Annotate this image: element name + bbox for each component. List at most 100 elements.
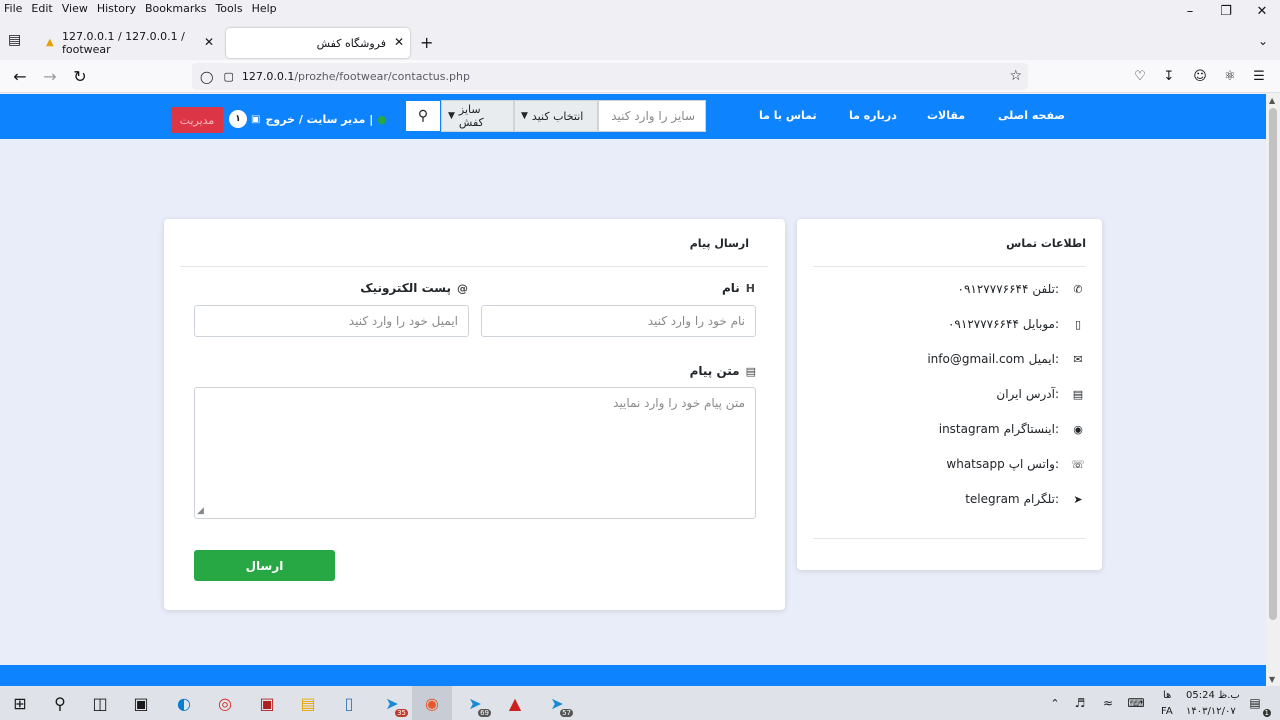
close-icon[interactable]: ✕ bbox=[394, 35, 404, 49]
name-input[interactable]: نام خود را وارد کنید bbox=[481, 305, 756, 337]
form-title: ارسال پیام bbox=[689, 237, 749, 250]
menu-file[interactable]: File bbox=[4, 2, 22, 15]
envelope-icon: ✉ bbox=[1073, 352, 1083, 366]
divider bbox=[813, 266, 1085, 267]
tab-shoe-store[interactable]: فروشگاه کفش ✕ bbox=[226, 28, 410, 58]
search-icon[interactable]: ⚲ bbox=[48, 691, 72, 715]
notifications-icon[interactable]: ▤ 1 bbox=[1243, 691, 1271, 717]
telegram-icon[interactable]: ➤ 35 bbox=[380, 691, 408, 717]
at-sign-icon: @ bbox=[457, 281, 468, 295]
chevron-up-icon[interactable]: ⌃ bbox=[1043, 691, 1067, 715]
chevron-down-icon[interactable]: ⌄ bbox=[1258, 34, 1268, 48]
store-icon[interactable]: ▣ bbox=[129, 691, 153, 715]
volume-icon[interactable]: ♬ bbox=[1068, 691, 1092, 715]
menu-view[interactable]: View bbox=[62, 2, 88, 15]
pocket-icon[interactable]: ♡ bbox=[1130, 67, 1150, 87]
restore-icon[interactable]: ❐ bbox=[1208, 0, 1244, 22]
sailboat-icon: ▲ bbox=[46, 37, 54, 48]
keyboard-icon[interactable]: ⌨ bbox=[1124, 691, 1148, 715]
site-footer bbox=[0, 665, 1266, 686]
nav-articles[interactable]: مقالات bbox=[927, 109, 965, 122]
menu-tools[interactable]: Tools bbox=[215, 2, 242, 15]
email-input[interactable]: ایمیل خود را وارد کنید bbox=[194, 305, 469, 337]
shield-icon[interactable]: ◯ bbox=[200, 70, 213, 84]
browser-navbar: ← → ↻ ◯ ▢ 127.0.0.1/prozhe/footwear/cont… bbox=[0, 60, 1280, 93]
clock-time[interactable]: 05:24 ب.ظ bbox=[1186, 690, 1240, 701]
telegram-icon: ➤ bbox=[1073, 492, 1083, 506]
admin-button[interactable]: مدیریت bbox=[171, 107, 223, 133]
user-area: ۱ ▣ مدیر سایت / خروج | ● bbox=[229, 110, 387, 128]
heading-icon: H bbox=[745, 281, 755, 295]
menu-bookmarks[interactable]: Bookmarks bbox=[145, 2, 206, 15]
scroll-up-icon[interactable]: ▲ bbox=[1269, 96, 1275, 105]
url-text[interactable]: 127.0.0.1/prozhe/footwear/contactus.php bbox=[242, 70, 470, 83]
resize-grip-icon[interactable]: ◢ bbox=[197, 506, 204, 516]
nav-about[interactable]: درباره ما bbox=[849, 109, 897, 122]
forward-icon[interactable]: → bbox=[39, 66, 61, 88]
size-search-input[interactable]: سایز را وارد کنید bbox=[598, 100, 706, 132]
close-window-icon[interactable]: ✕ bbox=[1244, 0, 1280, 22]
search-group: ⚲ ▼ سایز کفش ▼ انتخاب کنید سایز را وارد … bbox=[405, 100, 706, 132]
window-controls: – ❐ ✕ bbox=[1172, 0, 1280, 24]
search-button[interactable]: ⚲ bbox=[405, 100, 441, 132]
user-logout-link[interactable]: مدیر سایت / خروج | bbox=[265, 113, 373, 126]
category-select[interactable]: ▼ انتخاب کنید bbox=[514, 100, 598, 132]
mobile-icon: ▯ bbox=[1074, 317, 1082, 331]
user-icon: ● bbox=[377, 112, 387, 126]
contact-email-row: info@gmail.com ایمیل: ✉ bbox=[927, 352, 1085, 366]
reload-icon[interactable]: ↻ bbox=[69, 66, 91, 88]
tab-title: فروشگاه کفش bbox=[316, 36, 386, 50]
new-tab-icon[interactable]: + bbox=[420, 33, 433, 52]
account-icon[interactable]: ☺ bbox=[1190, 67, 1210, 87]
name-label: نام H bbox=[721, 281, 755, 295]
instagram-icon: ◉ bbox=[1073, 422, 1083, 436]
file-explorer-icon[interactable]: ▤ bbox=[296, 691, 320, 715]
contact-address-row: ایران آدرس: ▤ bbox=[996, 387, 1084, 401]
acrobat-icon[interactable]: ▲ bbox=[503, 691, 527, 715]
edge-icon[interactable]: ◐ bbox=[172, 691, 196, 715]
telegram-icon[interactable]: ➤ 57 bbox=[545, 691, 573, 717]
tab-phpmyadmin[interactable]: ▲ 127.0.0.1 / 127.0.0.1 / footwear ✕ bbox=[38, 28, 220, 58]
message-textarea[interactable]: متن پیام خود را وارد نمایید ◢ bbox=[194, 387, 756, 519]
lang-indicator[interactable]: FA bbox=[1161, 706, 1173, 717]
search-icon: ⚲ bbox=[417, 108, 429, 124]
close-icon[interactable]: ✕ bbox=[204, 35, 214, 49]
minimize-icon[interactable]: – bbox=[1172, 0, 1208, 22]
size-select[interactable]: ▼ سایز کفش bbox=[441, 100, 514, 132]
menu-edit[interactable]: Edit bbox=[31, 2, 52, 15]
menu-bar: File Edit View History Bookmarks Tools H… bbox=[0, 0, 1280, 16]
phone-icon: ✆ bbox=[1073, 282, 1083, 296]
url-bar[interactable]: ◯ ▢ 127.0.0.1/prozhe/footwear/contactus.… bbox=[192, 63, 1028, 90]
telegram-icon[interactable]: ➤ 69 bbox=[463, 691, 491, 717]
wifi-icon[interactable]: ≈ bbox=[1096, 691, 1120, 715]
firefox-icon[interactable]: ◉ bbox=[420, 691, 444, 715]
lang-indicator-top[interactable]: ها bbox=[1163, 690, 1171, 701]
menu-icon[interactable]: ☰ bbox=[1249, 67, 1269, 87]
whatsapp-icon: ☏ bbox=[1071, 457, 1085, 471]
bookmark-star-icon[interactable]: ☆ bbox=[1009, 68, 1022, 84]
menu-history[interactable]: History bbox=[97, 2, 136, 15]
menu-help[interactable]: Help bbox=[252, 2, 277, 15]
scrollbar-thumb[interactable] bbox=[1269, 108, 1277, 620]
shopping-bag-icon[interactable]: ▣ bbox=[251, 114, 260, 125]
download-icon[interactable]: ↧ bbox=[1159, 67, 1179, 87]
tab-list-icon[interactable]: ▤ bbox=[8, 32, 26, 50]
windows-start-icon[interactable]: ⊞ bbox=[8, 691, 32, 715]
extensions-icon[interactable]: ⚛ bbox=[1220, 67, 1240, 87]
notepad-icon[interactable]: ▯ bbox=[337, 691, 361, 715]
contact-info-title: اطلاعات تماس bbox=[1006, 237, 1086, 250]
app-red-icon[interactable]: ▣ bbox=[255, 691, 279, 715]
nav-home[interactable]: صفحه اصلی bbox=[998, 109, 1065, 122]
back-icon[interactable]: ← bbox=[9, 66, 31, 88]
page-info-icon[interactable]: ▢ bbox=[223, 70, 233, 83]
chrome-icon[interactable]: ◎ bbox=[213, 691, 237, 715]
clock-date[interactable]: ۱۴۰۳/۱۲/۰۷ bbox=[1186, 706, 1236, 717]
email-label: پست الکترونیک @ bbox=[360, 281, 468, 295]
scroll-down-icon[interactable]: ▼ bbox=[1269, 675, 1275, 684]
chevron-down-icon: ▼ bbox=[448, 111, 455, 121]
nav-contact[interactable]: تماس با ما bbox=[759, 109, 817, 122]
submit-button[interactable]: ارسال bbox=[194, 550, 335, 581]
page-scrollbar[interactable]: ▲ ▼ bbox=[1266, 94, 1280, 686]
contact-info-card: اطلاعات تماس ۰۹۱۲۷۷۷۶۶۴۴ تلفن: ✆ ۰۹۱۲۷۷۷… bbox=[797, 219, 1102, 570]
task-view-icon[interactable]: ◫ bbox=[88, 691, 112, 715]
